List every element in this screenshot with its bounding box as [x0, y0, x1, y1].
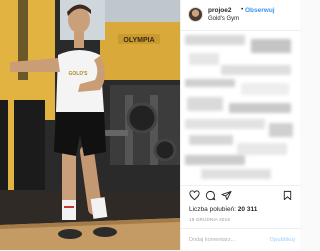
separator-dot: • [241, 6, 244, 13]
blurred-comment [187, 97, 223, 111]
olympia-sign: OLYMPIA [123, 37, 154, 44]
likes-count[interactable]: Liczba polubień: 20 311 [189, 206, 257, 213]
username-link[interactable]: projoe2 [208, 7, 231, 14]
post-header: projoe2 • Obserwuj Gold's Gym [181, 0, 301, 31]
share-icon[interactable] [221, 190, 232, 201]
instagram-post: OLYMPIA GOLD'S projoe2 • Obserwuj Gold's… [0, 0, 301, 251]
blurred-comment [229, 103, 291, 113]
blurred-comment [189, 135, 233, 145]
add-comment-bar: Dodaj komentarz... Opublikuj [181, 228, 301, 251]
location-link[interactable]: Gold's Gym [208, 16, 239, 22]
likes-number: 20 311 [237, 206, 258, 213]
blurred-comment [269, 123, 293, 137]
bookmark-icon[interactable] [282, 190, 293, 201]
blurred-comment [251, 39, 291, 53]
comment-icon[interactable] [205, 190, 216, 201]
post-date: 19 GRUDNIA 2019 [189, 217, 231, 222]
post-sidebar: projoe2 • Obserwuj Gold's Gym Liczba pol… [180, 0, 301, 251]
likes-label: Liczba polubień: [189, 206, 236, 213]
blurred-comment [185, 155, 245, 165]
post-photo[interactable]: OLYMPIA GOLD'S [0, 0, 180, 250]
publish-button[interactable]: Opublikuj [270, 237, 295, 243]
action-bar [181, 185, 301, 204]
photo-illustration: OLYMPIA GOLD'S [0, 0, 180, 250]
blurred-comment [185, 119, 265, 129]
comments-section [181, 31, 301, 183]
avatar[interactable] [188, 7, 203, 22]
heart-icon[interactable] [189, 190, 200, 201]
blurred-comment [241, 83, 289, 95]
blurred-comment [189, 53, 219, 65]
follow-button[interactable]: Obserwuj [245, 7, 275, 14]
blurred-comment [201, 169, 271, 179]
comment-input[interactable]: Dodaj komentarz... [189, 237, 235, 243]
blurred-comment [185, 79, 235, 87]
blurred-comment [185, 35, 245, 45]
blurred-comment [237, 143, 287, 155]
shirt-logo-text: GOLD'S [69, 71, 89, 77]
blurred-comment [221, 65, 291, 75]
